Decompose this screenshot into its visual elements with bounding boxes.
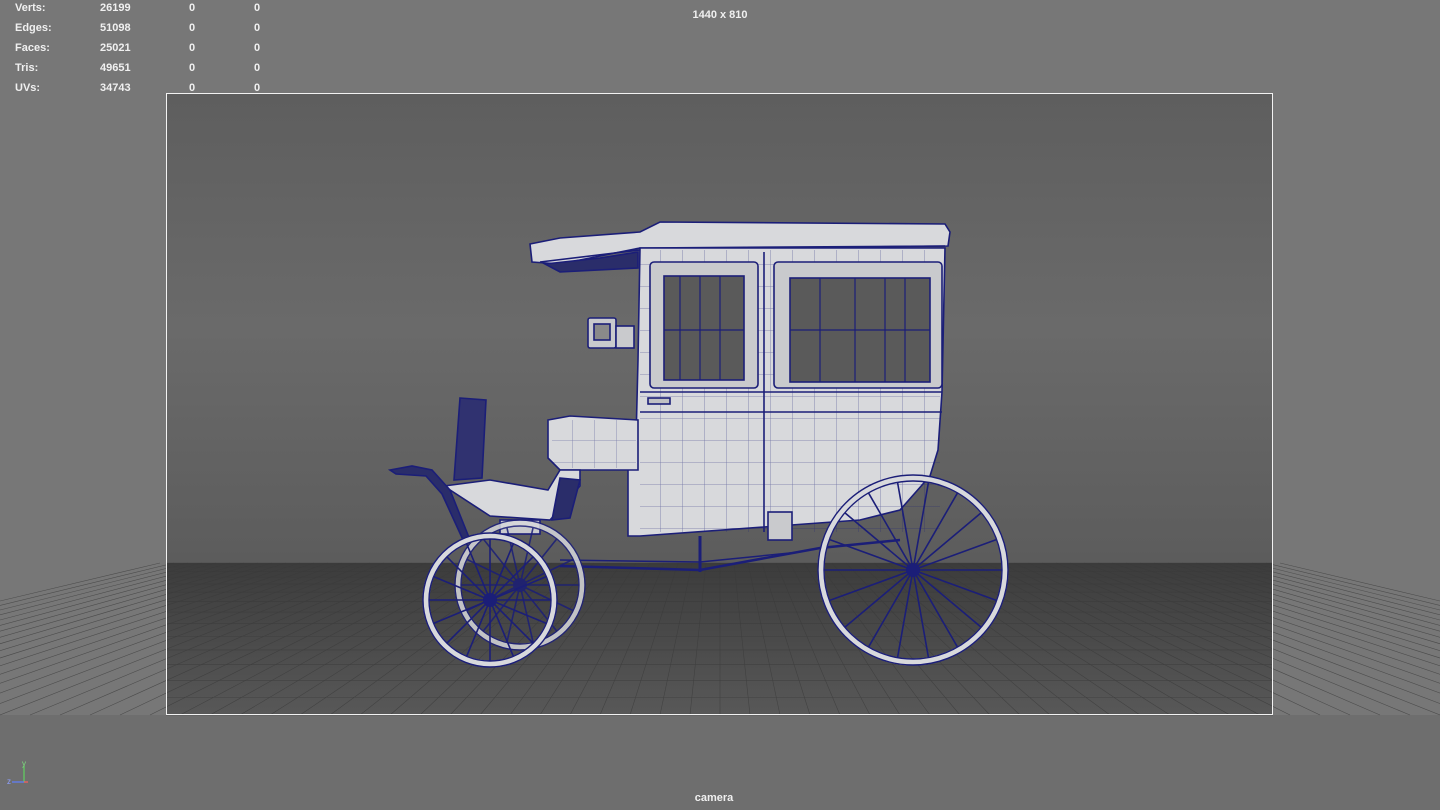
stat-value-selected: 0 [189,62,196,74]
stat-value-total: 25021 [100,42,131,54]
stat-value-component: 0 [254,82,261,94]
wheel-spoke [918,571,997,602]
wheel-spoke [844,573,909,628]
wheel-spoke [896,575,913,658]
stat-value-total: 34743 [100,82,131,94]
wheel-spoke [525,586,574,612]
footboard-mesh [552,420,636,468]
driver-backrest [453,397,487,481]
camera-name-label: camera [694,792,734,804]
view-axis-gizmo: y z [7,760,28,786]
wheel-hub [483,593,497,607]
stat-value-total: 51098 [100,22,131,34]
wheel-spoke [915,574,959,648]
stat-value-selected: 0 [189,42,196,54]
wheel-spoke [913,575,930,658]
stat-label: Faces: [15,42,50,54]
rear-spring [767,511,793,541]
stat-value-total: 49651 [100,62,131,74]
resolution-label: 1440 x 810 [692,9,748,21]
door-handle [647,397,671,405]
stat-value-component: 0 [254,42,261,54]
perch-bar [559,538,901,572]
wheel-hub [906,563,920,577]
front-window [663,275,745,381]
stat-label: Tris: [15,62,39,74]
stat-value-selected: 0 [189,22,196,34]
stat-value-selected: 0 [189,82,196,94]
wheel-spoke [867,574,911,648]
lantern-bracket [615,325,635,349]
stat-value-component: 0 [254,62,261,74]
carriage-model[interactable] [0,0,1440,810]
front-wheel [422,532,558,668]
stat-label: UVs: [15,82,41,94]
lantern-glass [593,323,611,341]
y-axis-label: y [22,760,26,768]
stat-row-tris: Tris: 49651 0 0 [0,62,280,82]
stat-label: Edges: [15,22,52,34]
stat-value-component: 0 [254,22,261,34]
stat-row-uvs: UVs: 34743 0 0 [0,82,280,102]
wheel-spoke [917,573,982,628]
wheel-spoke [829,571,908,602]
wheel-spoke [918,538,997,569]
stat-row-faces: Faces: 25021 0 0 [0,42,280,62]
stat-row-edges: Edges: 51098 0 0 [0,22,280,42]
z-axis-label: z [7,777,11,786]
